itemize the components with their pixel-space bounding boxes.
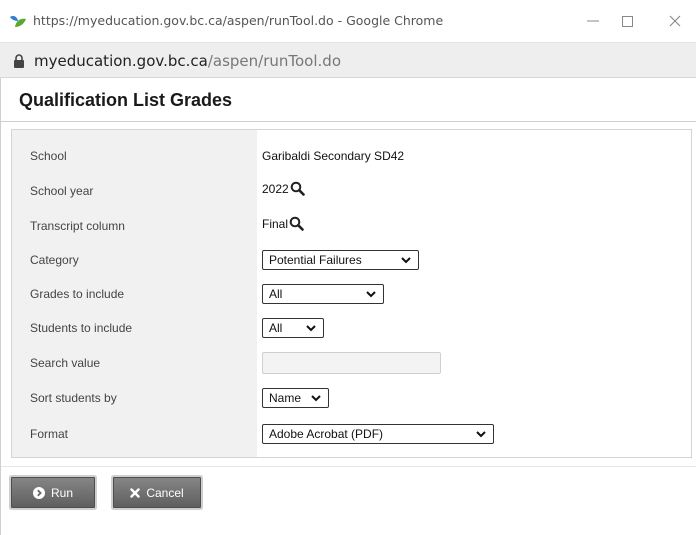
url-text: myeducation.gov.bc.ca/aspen/runTool.do [34, 52, 341, 70]
grades-to-include-selected: All [269, 287, 283, 301]
students-to-include-select[interactable]: All [262, 318, 324, 338]
sort-students-by-select[interactable]: Name [262, 388, 329, 408]
dialog-content: Qualification List Grades School Garibal… [0, 78, 696, 535]
sort-students-by-selected: Name [269, 391, 302, 405]
category-label: Category [30, 253, 79, 267]
run-button-label: Run [50, 485, 73, 500]
transcript-column-field: Final [262, 216, 304, 231]
chevron-down-icon [476, 431, 486, 438]
chevron-down-icon [366, 291, 376, 298]
run-button[interactable]: Run [11, 477, 95, 508]
minimize-button[interactable] [578, 8, 608, 34]
maximize-button[interactable] [612, 8, 642, 34]
lock-icon [14, 54, 24, 68]
format-label: Format [30, 427, 69, 441]
window-title: https://myeducation.gov.bc.ca/aspen/runT… [33, 13, 444, 28]
maximize-icon [621, 15, 633, 27]
magnifier-icon[interactable] [289, 216, 304, 231]
address-bar[interactable]: myeducation.gov.bc.ca/aspen/runTool.do [0, 42, 696, 78]
page-title: Qualification List Grades [19, 90, 233, 110]
play-circle-icon [32, 486, 45, 499]
close-icon [669, 15, 681, 27]
window-titlebar: https://myeducation.gov.bc.ca/aspen/runT… [0, 0, 696, 42]
transcript-column-label: Transcript column [30, 219, 125, 233]
grades-to-include-select[interactable]: All [262, 284, 384, 304]
sort-students-by-label: Sort students by [30, 391, 117, 405]
format-selected: Adobe Acrobat (PDF) [269, 427, 384, 441]
close-window-button[interactable] [660, 8, 690, 34]
transcript-column-value: Final [262, 216, 289, 231]
school-year-value: 2022 [262, 181, 289, 196]
title-divider [1, 121, 696, 122]
category-selected: Potential Failures [269, 253, 362, 267]
format-select[interactable]: Adobe Acrobat (PDF) [262, 424, 494, 444]
url-domain: myeducation.gov.bc.ca [34, 52, 208, 70]
cancel-button-label: Cancel [146, 485, 184, 500]
students-to-include-selected: All [269, 321, 283, 335]
chevron-down-icon [311, 395, 321, 402]
url-path: /aspen/runTool.do [207, 52, 341, 70]
search-value-label: Search value [30, 356, 101, 370]
search-value-input[interactable] [262, 352, 441, 374]
students-to-include-label: Students to include [30, 321, 133, 335]
cancel-button[interactable]: Cancel [113, 477, 201, 508]
footer-divider [1, 466, 696, 467]
x-icon [130, 487, 141, 498]
chevron-down-icon [401, 257, 411, 264]
school-year-label: School year [30, 184, 94, 198]
chrome-app-icon [10, 16, 26, 27]
minimize-icon [587, 20, 599, 22]
school-value: Garibaldi Secondary SD42 [262, 149, 405, 163]
chevron-down-icon [306, 325, 316, 332]
magnifier-icon[interactable] [290, 181, 305, 196]
category-select[interactable]: Potential Failures [262, 250, 419, 270]
grades-to-include-label: Grades to include [30, 287, 125, 301]
school-label: School [30, 149, 67, 163]
form-panel: School Garibaldi Secondary SD42 School y… [11, 129, 692, 458]
school-year-field: 2022 [262, 181, 305, 196]
